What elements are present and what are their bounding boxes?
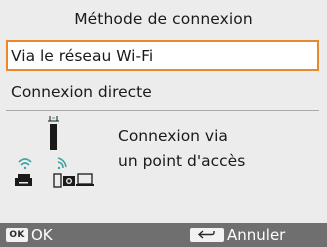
laptop-icon — [76, 173, 94, 186]
connection-description: Connexion via un point d'accès — [118, 124, 318, 174]
camera-icon — [53, 173, 75, 188]
menu-item-wifi-network[interactable]: Via le réseau Wi-Fi — [6, 40, 319, 71]
ok-key-icon[interactable]: OK — [6, 228, 28, 242]
connection-illustration — [10, 114, 108, 196]
menu-item-label: Via le réseau Wi-Fi — [11, 46, 154, 65]
menu-item-label: Connexion directe — [11, 82, 152, 101]
divider — [6, 110, 319, 111]
wifi-signal-icon — [18, 158, 32, 170]
printer-icon — [15, 174, 32, 186]
cancel-label[interactable]: Annuler — [227, 225, 285, 245]
wifi-signal-icon — [57, 157, 67, 170]
footer-bar: OK OK Annuler — [0, 223, 327, 247]
screen-title: Méthode de connexion — [74, 9, 253, 28]
description-line-2: un point d'accès — [118, 152, 246, 170]
ok-label[interactable]: OK — [31, 225, 53, 245]
access-point-icon — [48, 116, 59, 150]
menu-item-direct-connection[interactable]: Connexion directe — [6, 76, 319, 107]
description-line-1: Connexion via — [118, 127, 228, 145]
return-arrow-icon[interactable] — [190, 228, 224, 242]
